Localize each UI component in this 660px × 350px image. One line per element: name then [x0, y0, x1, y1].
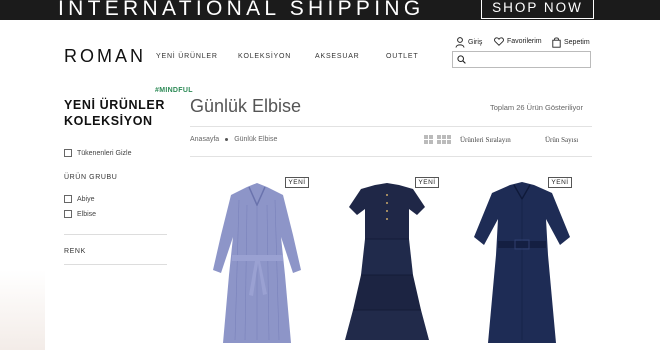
nav-item-outlet[interactable]: OUTLET — [386, 53, 418, 60]
hide-out-of-stock-checkbox[interactable]: Tükenenleri Gizle — [64, 149, 131, 157]
breadcrumb-current: Günlük Elbise — [234, 136, 278, 143]
toolbar-bottom-divider — [190, 156, 592, 157]
product-card[interactable]: YENİ — [325, 175, 451, 350]
nav-item-accessories[interactable]: AKSESUAR — [315, 53, 360, 60]
new-badge: YENİ — [285, 177, 309, 188]
striped-shirt-dress-icon — [213, 183, 301, 343]
product-group-label: ÜRÜN GRUBU — [64, 174, 118, 181]
filter-elbise[interactable]: Elbise — [64, 210, 96, 218]
decorative-fade — [0, 270, 45, 350]
brand-logo[interactable]: ROMAN — [64, 46, 146, 67]
breadcrumb: Anasayfa Günlük Elbise — [190, 136, 277, 143]
filter-abiye[interactable]: Abiye — [64, 195, 95, 203]
favorites-link[interactable]: Favorilerim — [494, 37, 542, 46]
sidebar-title: YENİ ÜRÜNLER KOLEKSİYON — [64, 97, 165, 129]
sort-dropdown[interactable]: Ürünleri Sıralayın — [460, 136, 511, 144]
color-filter-label[interactable]: RENK — [64, 248, 86, 255]
belted-navy-shirt-dress-icon — [474, 182, 570, 343]
nav-item-new-products[interactable]: YENİ ÜRÜNLER — [156, 53, 218, 60]
tiered-navy-dress-icon — [345, 183, 429, 340]
login-link[interactable]: Giriş — [455, 37, 482, 48]
search-field[interactable] — [452, 51, 591, 68]
page-title: Günlük Elbise — [190, 96, 302, 116]
breadcrumb-separator-icon — [225, 138, 229, 141]
hide-out-of-stock-label: Tükenenleri Gizle — [77, 149, 132, 157]
heart-icon — [494, 37, 504, 46]
sidebar-divider — [64, 264, 167, 265]
sidebar-title-line1: YENİ ÜRÜNLER — [64, 98, 165, 112]
cart-label: Sepetim — [564, 39, 590, 46]
checkbox-box[interactable] — [64, 149, 72, 157]
sidebar-title-line2: KOLEKSİYON — [64, 114, 153, 128]
breadcrumb-home[interactable]: Anasayfa — [190, 136, 219, 143]
user-icon — [455, 37, 465, 48]
search-icon — [457, 55, 466, 64]
filter-abiye-label: Abiye — [77, 195, 95, 203]
cart-link[interactable]: Sepetim — [552, 37, 590, 48]
toolbar-top-divider — [190, 126, 592, 127]
favorites-label: Favorilerim — [507, 38, 542, 45]
new-badge: YENİ — [548, 177, 572, 188]
bag-icon — [552, 37, 561, 48]
filter-elbise-label: Elbise — [77, 210, 97, 218]
search-input[interactable] — [469, 53, 589, 66]
product-count: Toplam 26 Ürün Gösteriliyor — [490, 103, 583, 112]
mindful-tag[interactable]: #MINDFUL — [155, 87, 193, 94]
checkbox-box[interactable] — [64, 210, 72, 218]
checkbox-box[interactable] — [64, 195, 72, 203]
sidebar-divider — [64, 234, 167, 235]
grid-2-view-icon[interactable] — [424, 135, 433, 144]
banner-text: INTERNATIONAL SHIPPING — [58, 0, 425, 20]
login-label: Giriş — [468, 39, 483, 46]
per-page-dropdown[interactable]: Ürün Sayısı — [545, 136, 578, 144]
shop-now-button[interactable]: SHOP NOW — [481, 0, 594, 19]
nav-item-collection[interactable]: KOLEKSİYON — [238, 53, 291, 60]
promo-banner: INTERNATIONAL SHIPPING SHOP NOW — [0, 0, 660, 20]
product-card[interactable]: YENİ — [195, 175, 321, 350]
product-card[interactable]: YENİ — [460, 175, 586, 350]
new-badge: YENİ — [415, 177, 439, 188]
grid-3-view-icon[interactable] — [437, 135, 451, 144]
